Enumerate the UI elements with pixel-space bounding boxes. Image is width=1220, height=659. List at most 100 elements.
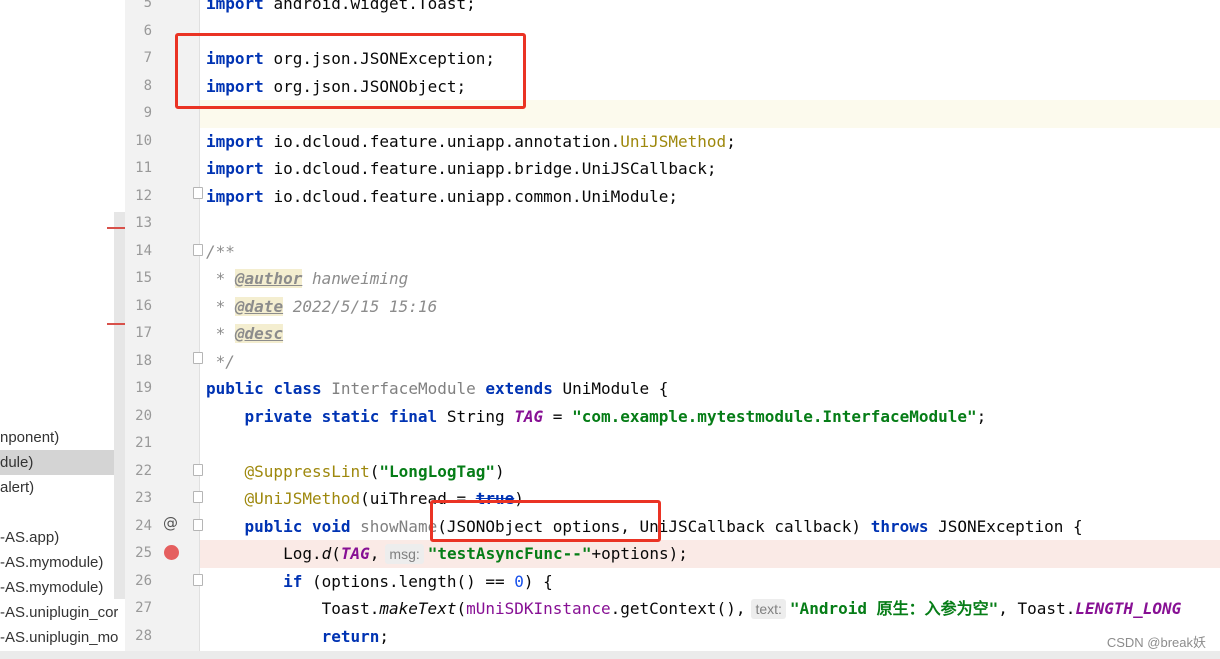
keyword: public — [206, 379, 264, 398]
constant-name: LENGTH_LONG — [1075, 599, 1182, 618]
line-number: 24 — [135, 517, 152, 534]
string-literal: "testAsyncFunc--" — [427, 544, 592, 563]
line-number: 8 — [143, 77, 152, 94]
code-line: @SuppressLint("LongLogTag") — [200, 458, 1220, 486]
doc-comment: */ — [206, 351, 235, 371]
method-name: d — [321, 544, 332, 563]
keyword: import — [206, 131, 264, 151]
line-number: 19 — [135, 380, 152, 396]
line-number: 16 — [135, 297, 152, 314]
code-text: (options.length() == — [302, 571, 515, 591]
code-line: * @author hanweiming — [200, 265, 1220, 293]
number-literal: 0 — [514, 571, 524, 591]
code-text: ; — [976, 406, 987, 426]
string-literal: "LongLogTag" — [379, 461, 495, 481]
string-literal: "Android 原生：入参为空" — [789, 599, 999, 618]
parameter-hint: text: — [751, 599, 786, 619]
keyword: throws — [870, 516, 929, 536]
method-name: showName — [360, 516, 438, 536]
line-number: 15 — [135, 270, 152, 286]
keyword: if — [283, 571, 303, 591]
sidebar-scrollbar[interactable] — [114, 212, 125, 599]
code-line: Toast.makeText(mUniSDKInstance.getContex… — [200, 595, 1220, 623]
code-line: public class InterfaceModule extends Uni… — [200, 375, 1220, 403]
annotation-name: @UniJSMethod — [244, 489, 361, 508]
code-line: private static final String TAG = "com.e… — [200, 403, 1220, 431]
line-number: 27 — [135, 600, 152, 616]
tree-item[interactable]: alert) — [0, 475, 118, 500]
code-text: JSONException { — [928, 516, 1083, 536]
code-line: import io.dcloud.feature.uniapp.bridge.U… — [200, 155, 1220, 183]
line-number: 7 — [143, 50, 152, 66]
keyword: public void — [244, 516, 351, 536]
watermark: CSDN @break妖 — [1106, 635, 1206, 650]
parameter-hint: msg: — [385, 544, 424, 564]
constant-name: TAG — [340, 544, 370, 563]
line-number: 25 — [135, 545, 152, 561]
code-line: */ — [200, 348, 1220, 376]
line-number: 20 — [135, 407, 152, 424]
code-text: ) — [495, 461, 505, 481]
tree-item-selected[interactable]: dule) — [0, 450, 125, 475]
tree-item[interactable]: nponent) — [0, 425, 118, 450]
class-name: InterfaceModule — [331, 379, 476, 398]
line-number: 6 — [143, 22, 152, 39]
line-number: 17 — [135, 325, 152, 341]
keyword: extends — [485, 379, 553, 398]
code-line: import io.dcloud.feature.uniapp.annotati… — [200, 128, 1220, 156]
code-text: ( — [331, 544, 341, 563]
code-line: import io.dcloud.feature.uniapp.common.U… — [200, 183, 1220, 211]
keyword: return — [321, 626, 380, 646]
tree-item[interactable]: -AS.app) — [0, 525, 118, 550]
code-text: io.dcloud.feature.uniapp.bridge.UniJSCal… — [273, 159, 717, 178]
code-text: io.dcloud.feature.uniapp.common.UniModul… — [273, 186, 679, 206]
highlight-box-imports — [175, 33, 526, 109]
keyword: private static final — [244, 406, 438, 426]
code-line: @UniJSMethod(uiThread = true) — [200, 485, 1220, 513]
line-number: 21 — [135, 435, 152, 451]
code-line: if (options.length() == 0) { — [200, 568, 1220, 596]
code-text: = — [543, 406, 573, 426]
code-text: io.dcloud.feature.uniapp.annotation. — [273, 131, 621, 151]
constant-name: TAG — [514, 406, 544, 426]
tree-item[interactable]: -AS.uniplugin_mo — [0, 625, 118, 650]
tree-item[interactable]: -AS.uniplugin_cor — [0, 600, 118, 625]
doc-tag: @desc — [234, 324, 284, 343]
code-line: * @date 2022/5/15 15:16 — [200, 293, 1220, 321]
tree-item[interactable]: -AS.mymodule) — [0, 575, 118, 600]
project-tree-panel: nponent) dule) alert) -AS.app) -AS.mymod… — [0, 0, 125, 659]
code-text: , — [369, 544, 380, 563]
override-method-icon[interactable]: @ — [163, 514, 178, 532]
code-line: * @desc — [200, 320, 1220, 348]
code-text: ; — [726, 131, 736, 151]
code-text: android.widget.Toast; — [273, 0, 476, 13]
code-text: ( — [456, 599, 467, 618]
line-number: 22 — [135, 462, 152, 479]
doc-comment: /** — [206, 241, 235, 261]
highlight-box-parameter — [430, 500, 661, 542]
code-line: return; — [200, 623, 1220, 651]
line-number: 10 — [135, 132, 152, 149]
code-line: /** — [200, 238, 1220, 266]
doc-comment: hanweiming — [302, 269, 409, 288]
horizontal-scrollbar[interactable] — [0, 651, 1220, 659]
code-text: +options); — [591, 544, 688, 563]
doc-tag: @author — [234, 269, 303, 288]
error-stripe-mark — [107, 323, 125, 325]
line-number: 13 — [135, 215, 152, 231]
keyword: import — [206, 186, 264, 206]
doc-comment: 2022/5/15 15:16 — [283, 296, 438, 316]
code-line: public void showName(JSONObject options,… — [200, 513, 1220, 541]
keyword: import — [206, 159, 264, 178]
method-name: makeText — [379, 599, 457, 618]
field-name: mUniSDKInstance — [466, 599, 611, 618]
annotation-name: @SuppressLint — [244, 461, 370, 481]
code-text: String — [446, 406, 505, 426]
line-number: 26 — [135, 572, 152, 589]
code-text: UniModule { — [562, 379, 669, 398]
breakpoint-icon[interactable] — [164, 545, 179, 560]
tree-item[interactable]: -AS.mymodule) — [0, 550, 118, 575]
breakpoint-line: Log.d(TAG, msg: "testAsyncFunc--"+options)… — [200, 540, 1220, 568]
code-text: Log. — [283, 544, 322, 563]
code-text: ; — [379, 626, 390, 646]
